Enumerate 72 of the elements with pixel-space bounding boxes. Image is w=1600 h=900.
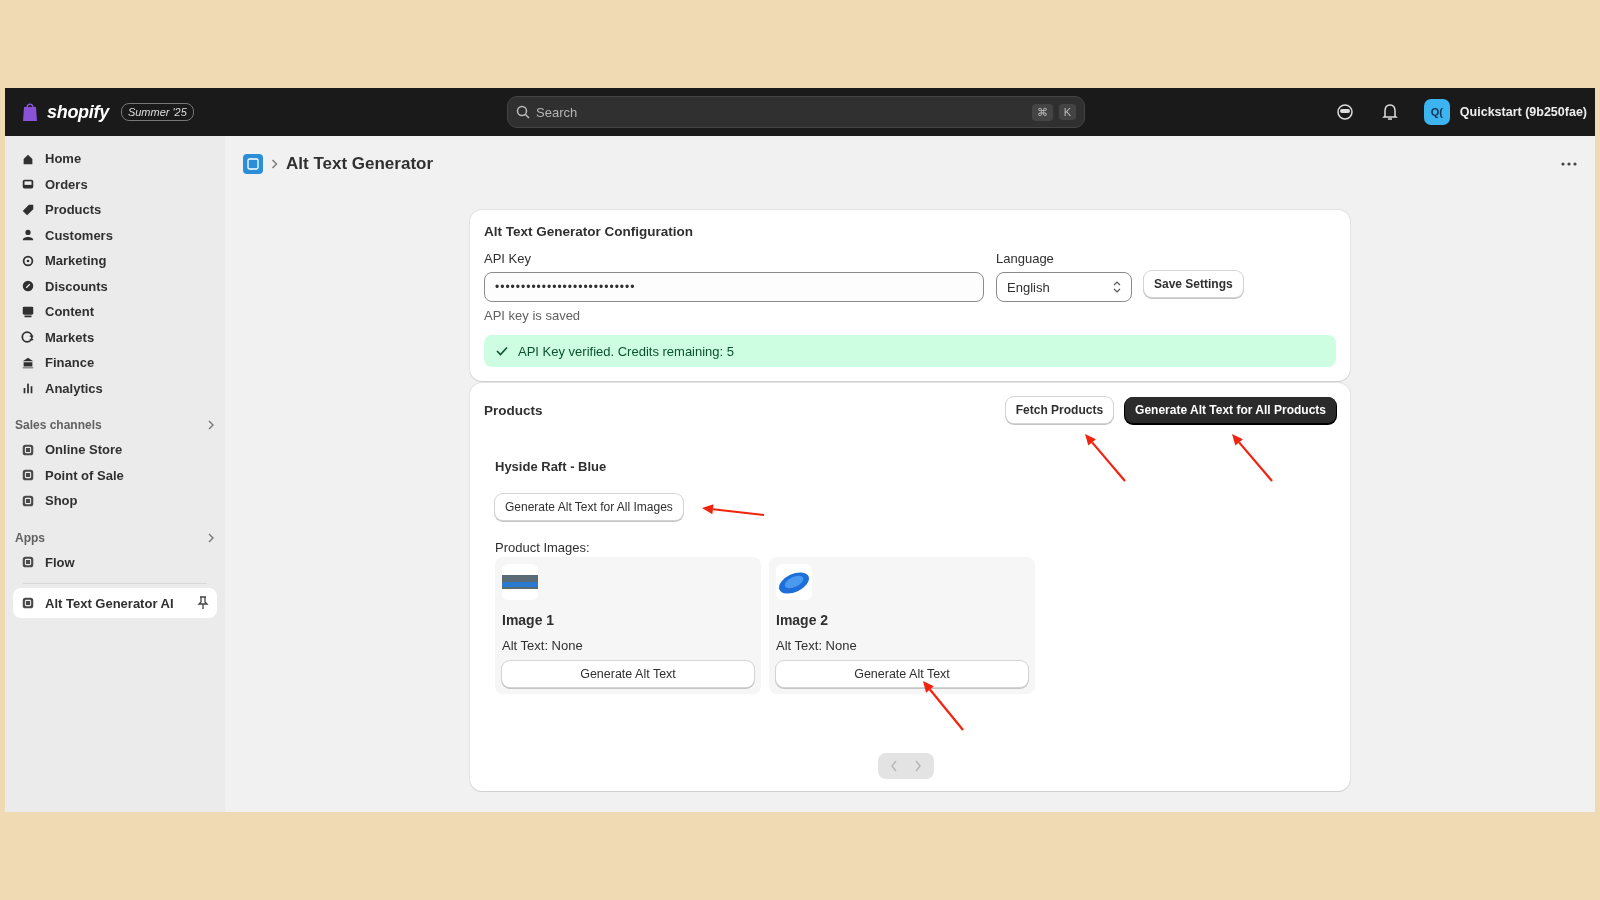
help-text: API key is saved xyxy=(484,308,582,323)
image-title: Image 1 xyxy=(502,612,556,628)
nav-item[interactable]: Content xyxy=(13,299,217,325)
alt-text-status: Alt Text: None xyxy=(776,638,858,653)
nav-item[interactable]: Customers xyxy=(13,222,217,248)
search-icon xyxy=(516,105,530,119)
app-icon xyxy=(243,154,263,174)
save-settings-button[interactable]: Save Settings xyxy=(1144,271,1243,297)
checkmark-icon xyxy=(496,346,508,356)
nav-icon xyxy=(21,468,35,483)
section-heading: Sales channels xyxy=(15,418,102,432)
edition-badge: Summer '25 xyxy=(120,103,194,121)
shortcut-key: K xyxy=(1058,104,1076,120)
api-key-field[interactable]: ••••••••••••••••••••••••••• xyxy=(484,272,984,302)
field-label: Language xyxy=(996,251,1055,266)
section-label: Product Images: xyxy=(495,540,591,555)
generate-all-products-button[interactable]: Generate Alt Text for All Products xyxy=(1125,397,1336,423)
nav-icon xyxy=(21,442,35,457)
product-name: Hyside Raft - Blue xyxy=(495,459,608,474)
shopify-logo[interactable]: shopify xyxy=(47,101,109,123)
card-title: Alt Text Generator Configuration xyxy=(484,224,694,239)
nav-item[interactable]: Finance xyxy=(13,350,217,376)
fetch-products-button[interactable]: Fetch Products xyxy=(1005,397,1114,423)
nav-item[interactable]: Online Store xyxy=(13,437,217,463)
nav-item[interactable]: Shop xyxy=(13,488,217,514)
section-heading: Apps xyxy=(15,530,45,545)
nav-icon xyxy=(21,228,35,243)
shopping-bag-icon xyxy=(21,102,39,122)
raft-photo-placeholder xyxy=(777,569,811,595)
language-select[interactable]: English xyxy=(996,272,1132,302)
nav-icon xyxy=(21,555,35,570)
breadcrumb-chevron-icon xyxy=(271,159,278,169)
nav-icon xyxy=(21,202,35,217)
generate-all-images-button[interactable]: Generate Alt Text for All Images xyxy=(495,494,683,520)
page-title: Alt Text Generator xyxy=(286,154,434,174)
nav-item[interactable]: Products xyxy=(13,197,217,223)
raft-photo-placeholder xyxy=(502,575,538,589)
more-actions-icon[interactable] xyxy=(1561,162,1577,166)
search-field[interactable]: Search ⌘ K xyxy=(507,96,1085,128)
nav-item[interactable]: Home xyxy=(13,146,217,172)
alt-text-status: Alt Text: None xyxy=(502,638,584,653)
nav-icon xyxy=(21,493,35,508)
nav-item[interactable]: Alt Text Generator AI xyxy=(13,588,217,618)
nav-item[interactable]: Orders xyxy=(13,171,217,197)
store-name[interactable]: Quickstart (9b250fae) xyxy=(1459,105,1587,119)
pin-icon[interactable] xyxy=(197,596,209,610)
card-title: Products xyxy=(484,402,543,418)
nav-icon xyxy=(21,253,35,268)
shortcut-key: ⌘ xyxy=(1031,103,1053,121)
image-title: Image 2 xyxy=(776,612,830,628)
generate-alt-text-button[interactable]: Generate Alt Text xyxy=(776,661,1028,687)
banner-text: API Key verified. Credits remaining: 5 xyxy=(518,343,735,359)
select-arrows-icon xyxy=(1113,281,1121,293)
nav-icon xyxy=(21,596,35,610)
assistant-icon[interactable] xyxy=(1335,103,1354,121)
chevron-right-icon[interactable] xyxy=(207,420,215,430)
nav-item[interactable]: Markets xyxy=(13,324,217,350)
nav-item[interactable]: Discounts xyxy=(13,273,217,299)
nav-item[interactable]: Analytics xyxy=(13,375,217,401)
nav-item[interactable]: Marketing xyxy=(13,248,217,274)
nav-icon xyxy=(21,279,35,294)
nav-icon xyxy=(21,304,35,319)
nav-item[interactable]: Flow xyxy=(13,549,217,575)
chevron-right-icon[interactable] xyxy=(207,532,215,543)
field-label: API Key xyxy=(484,251,532,266)
store-avatar[interactable]: Q( xyxy=(1423,99,1450,125)
notification-bell-icon[interactable] xyxy=(1381,103,1398,121)
generate-alt-text-button[interactable]: Generate Alt Text xyxy=(502,661,754,687)
nav-icon xyxy=(21,355,35,370)
nav-item[interactable]: Point of Sale xyxy=(13,462,217,488)
nav-icon xyxy=(21,330,35,345)
nav-icon xyxy=(21,381,35,396)
